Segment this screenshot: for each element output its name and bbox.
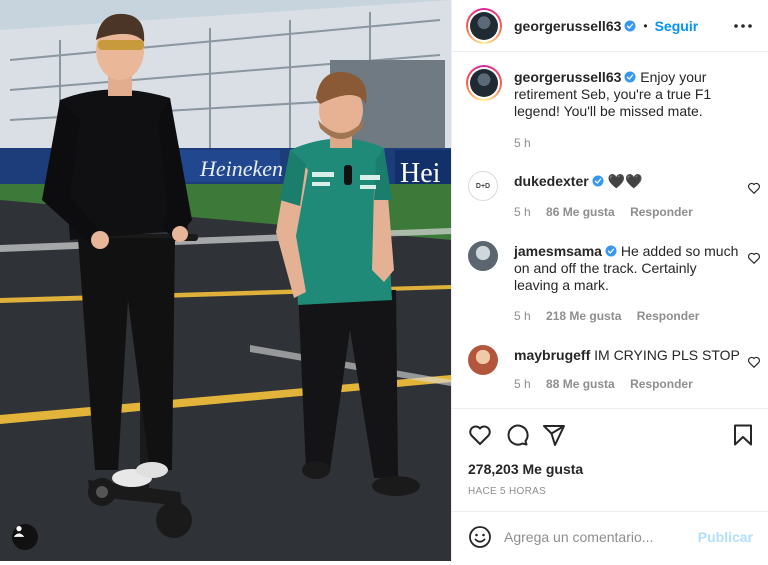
caption-body: georgerussell63 Enjoy your retirement Se… <box>514 69 744 120</box>
publish-button[interactable]: Publicar <box>698 529 753 545</box>
verified-badge-icon <box>605 245 617 257</box>
verified-badge-icon <box>592 175 604 187</box>
reply-button[interactable]: Responder <box>630 377 693 391</box>
user-tag-icon <box>13 526 25 537</box>
like-comment-heart-icon[interactable] <box>747 355 761 369</box>
comment-avatar-dukedexter[interactable]: D+D <box>468 171 498 201</box>
comment-meta: 5 h 218 Me gusta Responder <box>514 309 711 323</box>
comment-icon[interactable] <box>505 423 529 447</box>
add-comment-bar: Publicar <box>452 511 768 561</box>
post-image-illustration: Heineken Hei <box>0 0 451 561</box>
caption-avatar[interactable] <box>466 65 502 101</box>
reply-button[interactable]: Responder <box>637 309 700 323</box>
post-photo[interactable]: Heineken Hei <box>0 0 451 561</box>
comment-likes[interactable]: 218 Me gusta <box>546 309 621 323</box>
share-icon[interactable] <box>542 423 566 447</box>
post-time-ago[interactable]: HACE 5 HORAS <box>468 486 546 497</box>
heart-icon[interactable] <box>468 423 492 447</box>
bookmark-icon[interactable] <box>731 423 755 447</box>
comment-time: 5 h <box>514 205 531 219</box>
author-avatar[interactable] <box>466 7 502 44</box>
comments-section[interactable]: georgerussell63 Enjoy your retirement Se… <box>452 53 768 407</box>
comment-avatar-jamesmsama[interactable] <box>468 241 498 271</box>
comment-text: IM CRYING PLS STOP <box>594 347 740 363</box>
like-comment-heart-icon[interactable] <box>747 251 761 265</box>
comment-time: 5 h <box>514 377 531 391</box>
comment-text: 🖤🖤 <box>607 173 643 189</box>
more-options-icon <box>734 24 752 28</box>
verified-badge-icon <box>624 71 636 83</box>
user-tag-button[interactable] <box>12 524 38 550</box>
likes-count[interactable]: 278,203 Me gusta <box>468 461 583 477</box>
comment-username[interactable]: dukedexter <box>514 173 589 189</box>
comment-username[interactable]: maybrugeff <box>514 347 590 363</box>
caption-meta: 5 h <box>514 136 543 150</box>
separator-dot: • <box>643 18 648 33</box>
verified-badge-icon <box>624 20 636 31</box>
comment-body: dukedexter 🖤🖤 <box>514 173 744 190</box>
like-comment-heart-icon[interactable] <box>747 181 761 195</box>
comment-username[interactable]: jamesmsama <box>514 243 602 259</box>
reply-button[interactable]: Responder <box>630 205 693 219</box>
comment-likes[interactable]: 86 Me gusta <box>546 205 615 219</box>
avatar-text: D+D <box>475 182 491 190</box>
caption-time: 5 h <box>514 136 531 150</box>
comment-avatar-maybrugeff[interactable] <box>468 345 498 375</box>
comment-meta: 5 h 86 Me gusta Responder <box>514 205 705 219</box>
comment-input[interactable] <box>504 526 694 548</box>
caption-username[interactable]: georgerussell63 <box>514 69 621 85</box>
comment-meta: 5 h 88 Me gusta Responder <box>514 377 705 391</box>
post-side-panel: georgerussell63 • Seguir georgerussell63 <box>451 0 768 561</box>
emoji-icon[interactable] <box>468 525 492 549</box>
post-header: georgerussell63 • Seguir <box>452 0 768 52</box>
comment-body: jamesmsama He added so much on and off t… <box>514 243 744 294</box>
comment-likes[interactable]: 88 Me gusta <box>546 377 615 391</box>
svg-text:Heineken: Heineken <box>199 156 283 181</box>
author-username[interactable]: georgerussell63 <box>514 18 621 34</box>
comment-body: maybrugeff IM CRYING PLS STOP <box>514 347 744 364</box>
more-options-button[interactable] <box>733 16 753 36</box>
comment-time: 5 h <box>514 309 531 323</box>
follow-button[interactable]: Seguir <box>655 18 699 34</box>
post-actions: 278,203 Me gusta HACE 5 HORAS <box>452 408 768 510</box>
